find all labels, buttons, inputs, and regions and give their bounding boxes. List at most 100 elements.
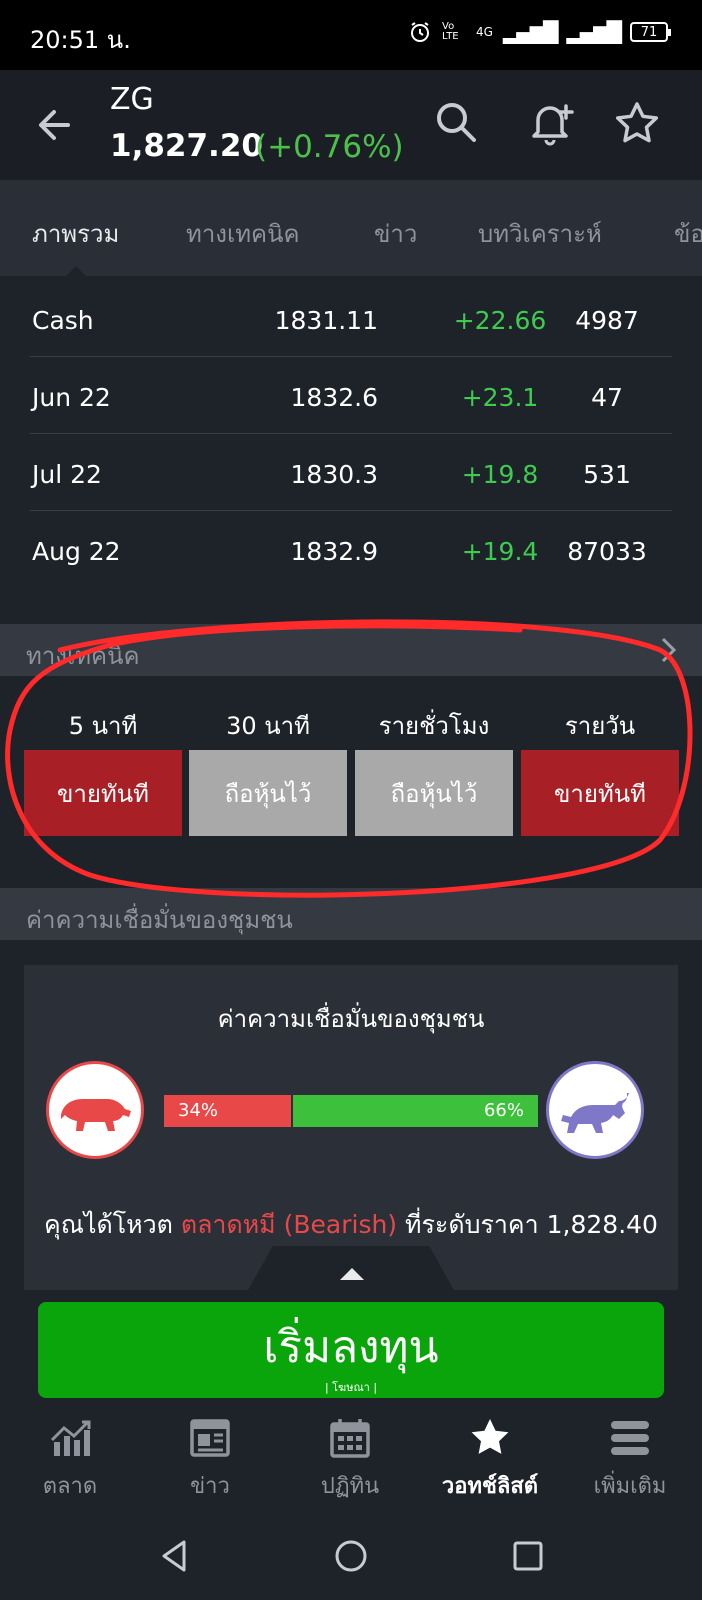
menu-icon [611,1421,649,1455]
bearish-percent: 34% [178,1100,219,1121]
contract-volume: 4987 [575,306,639,335]
active-tab-indicator [66,266,86,276]
tab-more-cut[interactable]: ข้อ [674,214,702,253]
nav-label: ข่าว [190,1474,230,1499]
nav-label: ตลาด [42,1474,98,1499]
search-icon[interactable] [432,98,482,148]
signal-icon-2: ▂▄▆█ [566,20,622,44]
bull-icon [561,1093,629,1133]
signal-badge[interactable]: ถือหุ้นไว้ [189,750,347,836]
vote-status: คุณได้โหวต ตลาดหมี (Bearish) ที่ระดับราค… [24,1205,678,1245]
timeframe-label: รายชั่วโมง [378,712,490,740]
contract-name: Aug 22 [32,537,121,566]
sentiment-section-header: ค่าความเชื่อมั่นของชุมชน [0,888,702,940]
timeframe-30min: 30 นาที ถือหุ้นไว้ [189,706,347,836]
vote-prefix: คุณได้โหวต [44,1210,173,1239]
bull-vote-button[interactable] [546,1061,644,1159]
bear-vote-button[interactable] [46,1061,144,1159]
start-investing-button[interactable]: เริ่มลงทุน | โฆษณา | [38,1302,664,1398]
contract-change: +23.1 [461,383,539,412]
system-navigation [0,1510,702,1600]
nav-calendar[interactable]: ปฏิทิน [280,1416,420,1503]
nav-news[interactable]: ข่าว [140,1416,280,1503]
star-watchlist-icon[interactable] [612,98,662,148]
timeframe-label: รายวัน [564,712,636,740]
nav-label: ปฏิทิน [320,1474,380,1499]
cta-label: เริ่มลงทุน [263,1322,439,1373]
contract-change: +22.66 [453,306,547,335]
table-row[interactable]: Aug 22 1832.9 +19.4 87033 [30,511,672,588]
timeframe-hourly: รายชั่วโมง ถือหุ้นไว้ [355,706,513,836]
tab-overview[interactable]: ภาพรวม [32,214,119,253]
contract-volume: 87033 [567,537,647,566]
alarm-icon [411,22,429,42]
technical-section-header[interactable]: ทางเทคนิค [0,624,702,676]
volte-label: Vo LTE [442,21,459,42]
signal-badge[interactable]: ขายทันที [24,750,182,836]
bearish-fill: 34% [164,1095,291,1127]
section-tabs: ภาพรวม ทางเทคนิค ข่าว บทวิเคราะห์ ข้อ [0,180,702,276]
technical-summary: 5 นาที ขายทันที 30 นาที ถือหุ้นไว้ รายชั… [0,676,702,888]
section-title: ทางเทคนิค [26,642,140,670]
sentiment-section: ค่าความเชื่อมั่นของชุมชน 34% 66% คุณได้โ… [0,940,702,1295]
caret-up-icon[interactable] [340,1268,364,1280]
contract-name: Jul 22 [32,460,102,489]
contract-last: 1830.3 [290,460,378,489]
tab-analysis[interactable]: บทวิเคราะห์ [478,214,602,253]
contract-volume: 531 [583,460,631,489]
timeframe-daily: รายวัน ขายทันที [521,706,679,836]
vote-choice: ตลาดหมี (Bearish) [180,1210,398,1239]
app-header: ZG 1,827.20 (+0.76%) [0,70,702,180]
timeframe-5min: 5 นาที ขายทันที [24,706,182,836]
nav-watchlist[interactable]: วอทช์ลิสต์ [420,1416,560,1503]
tab-technical[interactable]: ทางเทคนิค [186,214,300,253]
sentiment-bar: 34% 66% [164,1095,538,1127]
bottom-navigation: ตลาด ข่าว ปฏิทิน วอทช์ลิสต์ เพิ่มเติม [0,1400,702,1510]
timeframe-label: 30 นาที [226,712,310,740]
back-triangle-icon[interactable] [154,1536,194,1576]
ad-banner-area: เริ่มลงทุน | โฆษณา | [0,1290,702,1400]
tab-news[interactable]: ข่าว [374,214,417,253]
sentiment-title: ค่าความเชื่อมั่นของชุมชน [217,1005,485,1033]
markets-chart-icon [50,1420,91,1456]
calendar-icon [330,1419,370,1458]
home-circle-icon[interactable] [331,1536,371,1576]
battery-level: 71 [640,24,658,40]
instrument-change: (+0.76%) [255,129,404,165]
contract-change: +19.8 [461,460,539,489]
table-row[interactable]: Cash 1831.11 +22.66 4987 [30,280,672,357]
instrument-price: 1,827.20 [110,128,263,164]
contract-last: 1831.11 [274,306,378,335]
status-icons: Vo LTE 4G ▂▄▆█ ▂▄▆█ 71 [408,20,671,44]
contract-volume: 47 [591,383,623,412]
signal-icon: ▂▄▆█ [502,20,559,44]
network-label: 4G [476,25,493,39]
timeframe-label: 5 นาที [68,712,138,740]
signal-badge[interactable]: ถือหุ้นไว้ [355,750,513,836]
contract-name: Cash [32,306,94,335]
bear-icon [61,1099,131,1131]
chevron-right-icon[interactable] [656,636,682,664]
add-alert-bell-icon[interactable] [526,98,576,148]
recents-square-icon[interactable] [508,1536,548,1576]
star-icon [471,1419,509,1454]
sentiment-card: ค่าความเชื่อมั่นของชุมชน 34% 66% คุณได้โ… [24,965,678,1295]
back-arrow-icon[interactable] [30,100,80,150]
nav-more[interactable]: เพิ่มเติม [560,1416,700,1503]
table-row[interactable]: Jul 22 1830.3 +19.8 531 [30,434,672,511]
nav-label: วอทช์ลิสต์ [441,1474,539,1499]
futures-table: Cash 1831.11 +22.66 4987 Jun 22 1832.6 +… [0,276,702,624]
contract-last: 1832.9 [290,537,378,566]
nav-markets[interactable]: ตลาด [0,1416,140,1503]
section-title: ค่าความเชื่อมั่นของชุมชน [26,906,293,934]
bullish-fill: 66% [291,1095,538,1127]
contract-last: 1832.6 [290,383,378,412]
instrument-symbol: ZG [110,82,154,117]
battery-icon: 71 [630,22,671,42]
bullish-percent: 66% [483,1100,524,1121]
vote-suffix: ที่ระดับราคา 1,828.40 [405,1210,658,1239]
signal-badge[interactable]: ขายทันที [521,750,679,836]
contract-name: Jun 22 [32,383,111,412]
table-row[interactable]: Jun 22 1832.6 +23.1 47 [30,357,672,434]
contract-change: +19.4 [461,537,539,566]
